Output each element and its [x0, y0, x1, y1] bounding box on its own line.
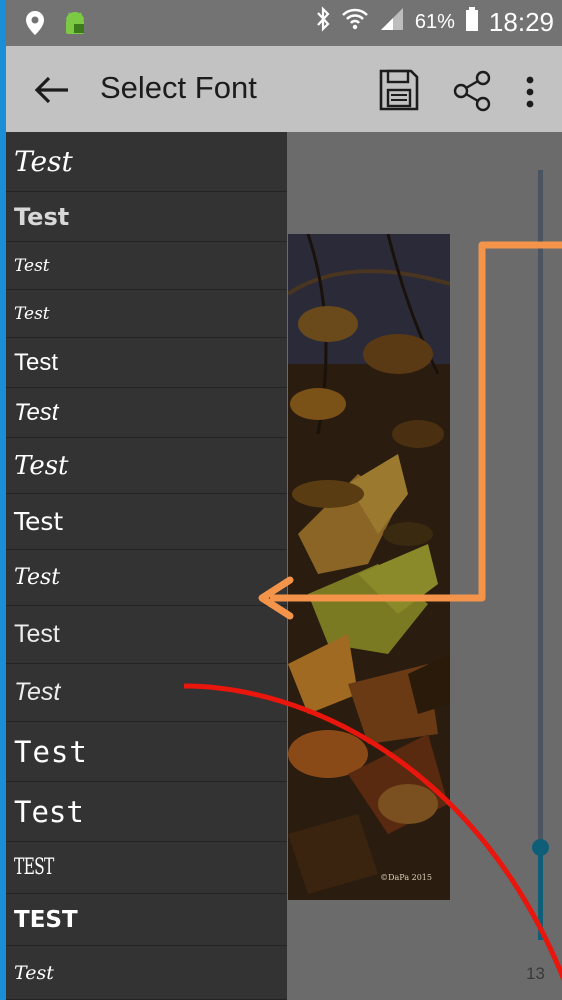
android-icon [60, 10, 90, 41]
size-slider-value: 13 [526, 964, 545, 983]
font-sample: Test [14, 450, 69, 481]
font-item[interactable]: Test [6, 606, 287, 664]
font-item[interactable]: Test [6, 782, 287, 842]
font-sample: Test [14, 145, 73, 178]
font-item[interactable]: TEST [6, 842, 287, 894]
font-list[interactable]: Test Test Test Test Test Test Test Test … [6, 132, 287, 1000]
font-sample: Test [14, 678, 61, 706]
font-sample: Test [14, 303, 50, 324]
font-item[interactable]: Test [6, 664, 287, 722]
font-sample: Test [14, 961, 54, 984]
font-sample: TEST [14, 906, 78, 933]
wifi-icon [341, 6, 369, 38]
share-icon[interactable] [452, 70, 494, 112]
app-bar: Select Font [6, 46, 562, 132]
size-slider-thumb[interactable] [532, 839, 549, 857]
font-sample: Test [14, 794, 84, 829]
font-sample: Test [14, 565, 61, 590]
status-bar: 61% 18:29 [6, 0, 562, 46]
font-sample: Test [14, 348, 59, 376]
bluetooth-icon [315, 6, 331, 38]
save-icon[interactable] [378, 68, 420, 112]
font-item[interactable]: TEST [6, 894, 287, 946]
page-title: Select Font [100, 70, 257, 105]
font-item[interactable]: Test [6, 494, 287, 550]
font-sample: Test [14, 734, 88, 769]
preview-photo: ©DaPa 2015 [288, 234, 450, 900]
battery-percent: 61% [414, 10, 455, 33]
font-sample: Test [14, 202, 70, 231]
font-sample: Test [14, 255, 50, 276]
size-slider-fill [538, 847, 543, 940]
font-sample: Test [14, 398, 59, 426]
font-item[interactable]: Test [6, 722, 287, 782]
font-sample: TEST [14, 855, 54, 880]
signal-icon [379, 6, 405, 38]
font-item[interactable]: Test [6, 192, 287, 242]
font-sample: Test [14, 507, 64, 536]
battery-icon [465, 6, 479, 38]
font-item[interactable]: Test [6, 290, 287, 338]
font-sample: Test [14, 620, 60, 648]
font-item[interactable]: Test [6, 946, 287, 1000]
font-item[interactable]: Test [6, 438, 287, 494]
more-vert-icon[interactable] [520, 72, 540, 112]
font-item[interactable]: Test [6, 338, 287, 388]
location-icon [24, 10, 46, 41]
size-slider-track[interactable] [538, 170, 543, 940]
font-item[interactable]: Test [6, 242, 287, 290]
font-item[interactable]: Test [6, 550, 287, 606]
back-arrow-icon[interactable] [32, 70, 72, 110]
font-item[interactable]: Test [6, 388, 287, 438]
content-area: ©DaPa 2015 13 Test Test Test Test Test T… [6, 132, 562, 1000]
clock: 18:29 [488, 6, 554, 37]
photo-credit: ©DaPa 2015 [380, 873, 432, 882]
screen: 61% 18:29 Select Font ©DaPa 2015 13 Test… [6, 0, 562, 1000]
font-item[interactable]: Test [6, 132, 287, 192]
